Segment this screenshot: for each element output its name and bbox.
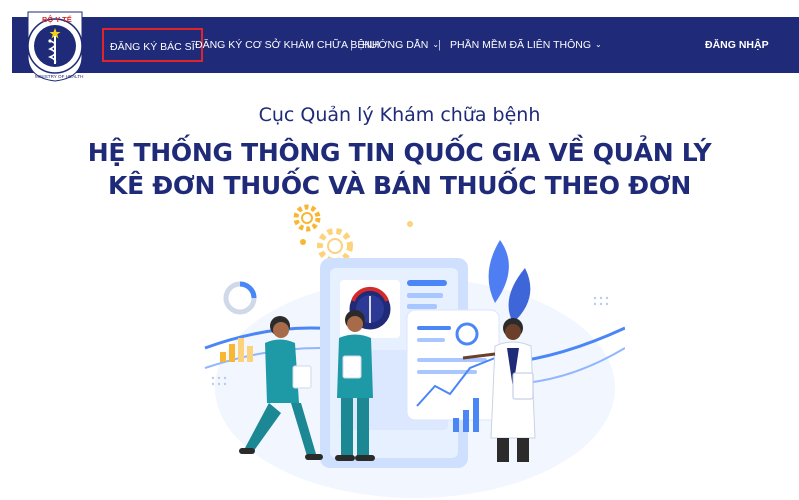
- logo-ring-text: MINISTRY OF HEALTH: [35, 74, 84, 79]
- chevron-down-icon: ⌄: [595, 40, 602, 49]
- logo-top-text: BỘ Y TẾ: [42, 14, 72, 24]
- ministry-of-health-logo[interactable]: BỘ Y TẾ MINISTRY OF HEALTH: [22, 8, 88, 82]
- hero-illustration: [195, 198, 626, 500]
- nav-separator: |: [438, 39, 441, 51]
- gear-icon: [293, 204, 321, 232]
- hero-title-line-1: HỆ THỐNG THÔNG TIN QUỐC GIA VỀ QUẢN LÝ: [87, 138, 712, 167]
- login-button[interactable]: ĐĂNG NHẬP: [705, 37, 769, 53]
- nav-connected-software[interactable]: PHẦN MỀM ĐÃ LIÊN THÔNG ⌄: [450, 37, 602, 53]
- gear-icon: [317, 228, 353, 264]
- hero-subtitle: Cục Quản lý Khám chữa bệnh: [258, 104, 541, 126]
- nav-separator: |: [350, 39, 353, 51]
- nav-guide-label: HƯỚNG DẪN: [362, 39, 429, 51]
- nav-guide[interactable]: HƯỚNG DẪN ⌄: [362, 37, 439, 53]
- nav-register-doctor[interactable]: ĐĂNG KÝ BÁC SĨ: [102, 28, 203, 62]
- top-navbar: ĐĂNG KÝ BÁC SĨ ĐĂNG KÝ CƠ SỞ KHÁM CHỮA B…: [12, 17, 799, 73]
- hero-title-line-2: KÊ ĐƠN THUỐC VÀ BÁN THUỐC THEO ĐƠN: [108, 171, 691, 200]
- nav-connected-software-label: PHẦN MỀM ĐÃ LIÊN THÔNG: [450, 39, 591, 51]
